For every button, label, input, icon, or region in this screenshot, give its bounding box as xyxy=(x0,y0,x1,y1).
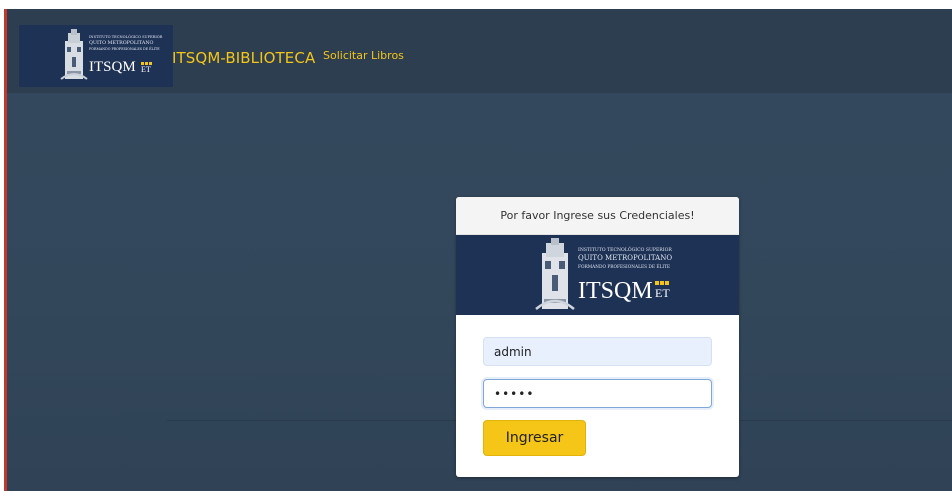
login-logo: INSTITUTO TECNOLÓGICO SUPERIOR QUITO MET… xyxy=(456,235,739,315)
svg-text:QUITO METROPOLITANO: QUITO METROPOLITANO xyxy=(89,40,154,46)
username-input[interactable] xyxy=(483,337,712,366)
brand-title[interactable]: ITSQM-BIBLIOTECA xyxy=(172,49,315,67)
navbar: INSTITUTO TECNOLÓGICO SUPERIOR QUITO MET… xyxy=(7,9,952,93)
login-card: Por favor Ingrese sus Credenciales! INST… xyxy=(456,197,739,477)
login-card-header: Por favor Ingrese sus Credenciales! xyxy=(456,197,739,235)
svg-text:INSTITUTO TECNOLÓGICO SUPERIOR: INSTITUTO TECNOLÓGICO SUPERIOR xyxy=(89,34,163,39)
nav-link-solicitar-libros[interactable]: Solicitar Libros xyxy=(323,49,404,62)
svg-text:ET: ET xyxy=(655,286,670,300)
svg-text:ET: ET xyxy=(141,65,151,74)
login-button[interactable]: Ingresar xyxy=(483,420,586,456)
page-viewport: INSTITUTO TECNOLÓGICO SUPERIOR QUITO MET… xyxy=(7,9,952,491)
svg-text:QUITO METROPOLITANO: QUITO METROPOLITANO xyxy=(578,254,672,262)
svg-text:ITSQM: ITSQM xyxy=(578,278,653,304)
institute-seal-icon: INSTITUTO TECNOLÓGICO SUPERIOR QUITO MET… xyxy=(456,235,739,315)
browser-top-strip xyxy=(0,0,952,9)
svg-text:ITSQM: ITSQM xyxy=(89,59,136,75)
svg-text:FORMANDO PROFESIONALES DE ÉLIT: FORMANDO PROFESIONALES DE ÉLITE xyxy=(89,46,160,51)
password-input[interactable] xyxy=(483,379,712,408)
institute-seal-icon: INSTITUTO TECNOLÓGICO SUPERIOR QUITO MET… xyxy=(19,25,173,87)
navbar-logo[interactable]: INSTITUTO TECNOLÓGICO SUPERIOR QUITO MET… xyxy=(19,25,173,87)
svg-text:FORMANDO PROFESIONALES DE ÉLIT: FORMANDO PROFESIONALES DE ÉLITE xyxy=(578,264,670,270)
